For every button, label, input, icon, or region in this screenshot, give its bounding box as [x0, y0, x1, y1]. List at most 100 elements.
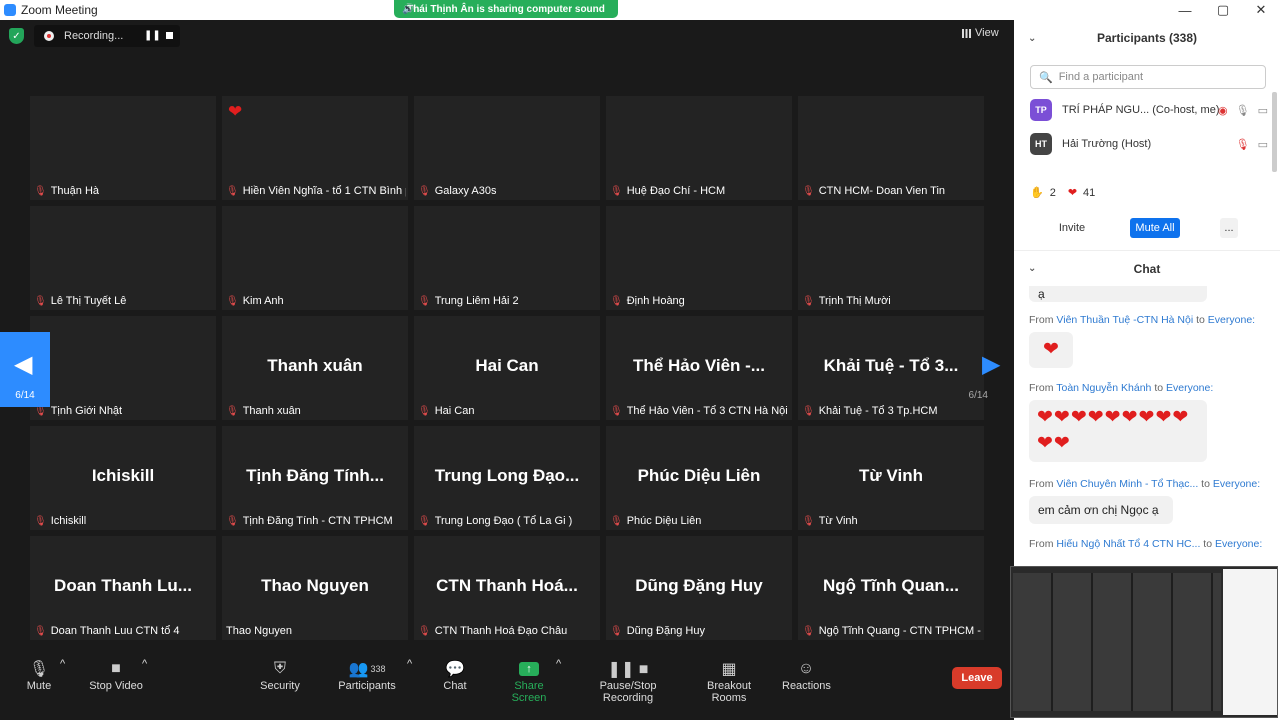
- maximize-button[interactable]: ▢: [1204, 0, 1242, 20]
- sender-name[interactable]: Viên Thuần Tuệ -CTN Hà Nội: [1056, 314, 1193, 326]
- participant-video-tile[interactable]: Thể Hảo Viên -... 🎙 Thể Hảo Viên - Tổ 3 CT…: [606, 316, 792, 420]
- more-options-button[interactable]: ...: [1220, 218, 1238, 238]
- tile-name-label: 🎙 Thuận Hà: [34, 184, 99, 198]
- participants-scrollbar[interactable]: [1272, 92, 1277, 172]
- participant-video-tile[interactable]: Thanh xuân 🎙 Thanh xuân: [222, 316, 408, 420]
- participant-video-tile[interactable]: Hai Can 🎙 Hai Can: [414, 316, 600, 420]
- participant-video-tile[interactable]: 🎙 Tịnh Giới Nhật: [30, 316, 216, 420]
- minimize-button[interactable]: —: [1166, 0, 1204, 20]
- chat-label: Chat: [443, 680, 467, 692]
- mute-label: Mute: [26, 680, 52, 692]
- from-prefix: From: [1029, 538, 1054, 550]
- invite-button[interactable]: Invite: [1054, 218, 1090, 238]
- stop-recording-icon[interactable]: [166, 32, 173, 39]
- tile-display-name: Hai Can: [475, 356, 539, 375]
- pause-recording-icon[interactable]: ❚❚: [144, 30, 161, 41]
- shared-screen-thumbnail[interactable]: [1010, 566, 1278, 718]
- participant-video-tile[interactable]: 🎙 Kim Anh: [222, 206, 408, 310]
- participant-search-input[interactable]: 🔍 Find a participant: [1030, 65, 1266, 89]
- mic-muted-icon: 🎙: [610, 405, 623, 417]
- tile-name-label: 🎙 Ichiskill: [34, 514, 86, 528]
- from-prefix: From: [1029, 382, 1054, 394]
- participant-video-tile[interactable]: 🎙 CTN HCM- Doan Vien Tin: [798, 96, 984, 200]
- leave-button[interactable]: Leave: [952, 667, 1002, 689]
- tile-name-label: 🎙 Trung Liêm Hải 2: [418, 294, 519, 308]
- participant-video-tile[interactable]: Ngộ Tĩnh Quan... 🎙 Ngộ Tĩnh Quang - CTN TP…: [798, 536, 984, 640]
- participant-video-tile[interactable]: 🎙 Lê Thị Tuyết Lê: [30, 206, 216, 310]
- tile-name-label: 🎙 Thanh xuân: [226, 404, 301, 418]
- participant-video-tile[interactable]: 🎙 Trịnh Thị Mười: [798, 206, 984, 310]
- security-button[interactable]: ⛨ Security: [258, 658, 302, 692]
- from-prefix: From: [1029, 314, 1054, 326]
- participant-video-tile[interactable]: Phúc Diệu Liên 🎙 Phúc Diệu Liên: [606, 426, 792, 530]
- participant-video-tile[interactable]: Ichiskill 🎙 Ichiskill: [30, 426, 216, 530]
- tile-display-name: Doan Thanh Lu...: [54, 576, 192, 595]
- next-page-button[interactable]: ▶ 6/14: [964, 332, 1014, 407]
- previous-page-button[interactable]: ◀ 6/14: [0, 332, 50, 407]
- participant-video-tile[interactable]: Khải Tuệ - Tổ 3... 🎙 Khải Tuệ - Tổ 3 Tp.HC…: [798, 316, 984, 420]
- mute-all-button[interactable]: Mute All: [1130, 218, 1180, 238]
- participants-options-chevron-icon[interactable]: ^: [407, 658, 412, 670]
- audio-options-chevron-icon[interactable]: ^: [60, 658, 65, 670]
- mic-muted-icon: 🎙: [34, 625, 47, 637]
- mute-button[interactable]: 🎙 Mute: [22, 658, 56, 692]
- view-button[interactable]: View: [962, 27, 999, 39]
- pause-stop-label: Pause/Stop Recording: [599, 680, 657, 704]
- collapse-participants-chevron-icon[interactable]: ⌄: [1028, 33, 1036, 44]
- participant-video-tile[interactable]: Doan Thanh Lu... 🎙 Doan Thanh Luu CTN tổ 4: [30, 536, 216, 640]
- mic-muted-icon: 🎙: [34, 515, 47, 527]
- participant-video-tile[interactable]: Thao Nguyen Thao Nguyen: [222, 536, 408, 640]
- participant-video-tile[interactable]: 🎙 Huệ Đạo Chí - HCM: [606, 96, 792, 200]
- stop-video-button[interactable]: ■ Stop Video: [88, 658, 144, 692]
- tile-name-text: Thuận Hà: [50, 185, 100, 197]
- sender-name[interactable]: Toàn Nguyễn Khánh: [1056, 382, 1151, 394]
- participant-video-tile[interactable]: 🎙 Galaxy A30s: [414, 96, 600, 200]
- participant-video-tile[interactable]: 🎙 Trung Liêm Hải 2: [414, 206, 600, 310]
- participant-video-tile[interactable]: ❤ 🎙 Hiền Viên Nghĩa - tổ 1 CTN Bình p...: [222, 96, 408, 200]
- participant-video-tile[interactable]: Trung Long Đạo... 🎙 Trung Long Đạo ( Tổ La…: [414, 426, 600, 530]
- mic-muted-icon: 🎙: [226, 185, 239, 197]
- thumbnail-gallery-preview: [1013, 573, 1221, 711]
- chat-button[interactable]: 💬 Chat: [440, 658, 470, 692]
- tile-name-text: Thể Hảo Viên - Tổ 3 CTN Hà Nội: [626, 405, 788, 417]
- tile-name-text: Ichiskill: [50, 515, 87, 527]
- participant-row[interactable]: TP TRÍ PHÁP NGU... (Co-host, me) ◉ 🎙 ▭: [1030, 97, 1268, 123]
- tile-name-label: 🎙 Kim Anh: [226, 294, 284, 308]
- participant-video-tile[interactable]: CTN Thanh Hoá... 🎙 CTN Thanh Hoá Đạo Châu: [414, 536, 600, 640]
- participants-label: Participants: [338, 680, 396, 692]
- reactions-button[interactable]: ☺ Reactions: [782, 658, 831, 692]
- tile-name-label: 🎙 Trung Long Đạo ( Tổ La Gi ): [418, 514, 572, 528]
- collapse-chat-chevron-icon[interactable]: ⌄: [1028, 263, 1036, 274]
- participant-video-tile[interactable]: 🎙 Thuận Hà: [30, 96, 216, 200]
- breakout-rooms-button[interactable]: ▦ Breakout Rooms: [690, 658, 768, 704]
- chat-bubble: em cảm ơn chị Ngọc ạ: [1029, 496, 1173, 524]
- window-titlebar: Zoom Meeting — ▢ ✕: [0, 0, 1280, 20]
- tile-display-name: Ngộ Tĩnh Quan...: [823, 576, 959, 595]
- close-button[interactable]: ✕: [1242, 0, 1280, 20]
- tile-name-text: Từ Vinh: [818, 515, 858, 527]
- video-options-chevron-icon[interactable]: ^: [142, 658, 147, 670]
- arrow-right-icon: ▶: [982, 351, 1001, 378]
- tile-display-name: Dũng Đặng Huy: [635, 576, 763, 595]
- participant-video-tile[interactable]: Từ Vinh 🎙 Từ Vinh: [798, 426, 984, 530]
- recording-status-icon: ◉: [1218, 104, 1228, 117]
- participants-button[interactable]: 👥 338 Participants: [338, 658, 396, 692]
- mic-muted-icon: 🎙: [418, 405, 431, 417]
- participant-row[interactable]: HT Hải Trường (Host) 🎙 ▭: [1030, 131, 1268, 157]
- tile-display-name: Thanh xuân: [267, 356, 363, 375]
- share-screen-button[interactable]: ↑ Share Screen: [498, 658, 560, 704]
- participant-video-tile[interactable]: Dũng Đặng Huy 🎙 Dũng Đặng Huy: [606, 536, 792, 640]
- encryption-shield-icon[interactable]: ✓: [9, 28, 24, 44]
- mic-muted-icon: 🎙: [802, 405, 815, 417]
- zoom-app-icon: [4, 4, 16, 16]
- recipient-name: Everyone:: [1212, 478, 1261, 490]
- sender-name[interactable]: Hiếu Ngộ Nhất Tổ 4 CTN HC...: [1056, 538, 1200, 550]
- sharing-sound-banner[interactable]: 🔊 Thái Thịnh Ân is sharing computer soun…: [394, 0, 618, 18]
- sharing-banner-text: Thái Thịnh Ân is sharing computer sound: [407, 3, 605, 15]
- share-options-chevron-icon[interactable]: ^: [556, 658, 561, 670]
- pause-stop-recording-button[interactable]: ❚❚ ■ Pause/Stop Recording: [576, 658, 680, 704]
- sender-name[interactable]: Viên Chuyên Minh - Tổ Thạc...: [1056, 478, 1198, 490]
- meeting-toolbar: 🎙 Mute ^ ■ Stop Video ^ ⛨ Security 👥 338 …: [0, 650, 1014, 704]
- participant-video-tile[interactable]: 🎙 Định Hoàng: [606, 206, 792, 310]
- participant-video-tile[interactable]: Tịnh Đăng Tính... 🎙 Tịnh Đăng Tính - CTN T…: [222, 426, 408, 530]
